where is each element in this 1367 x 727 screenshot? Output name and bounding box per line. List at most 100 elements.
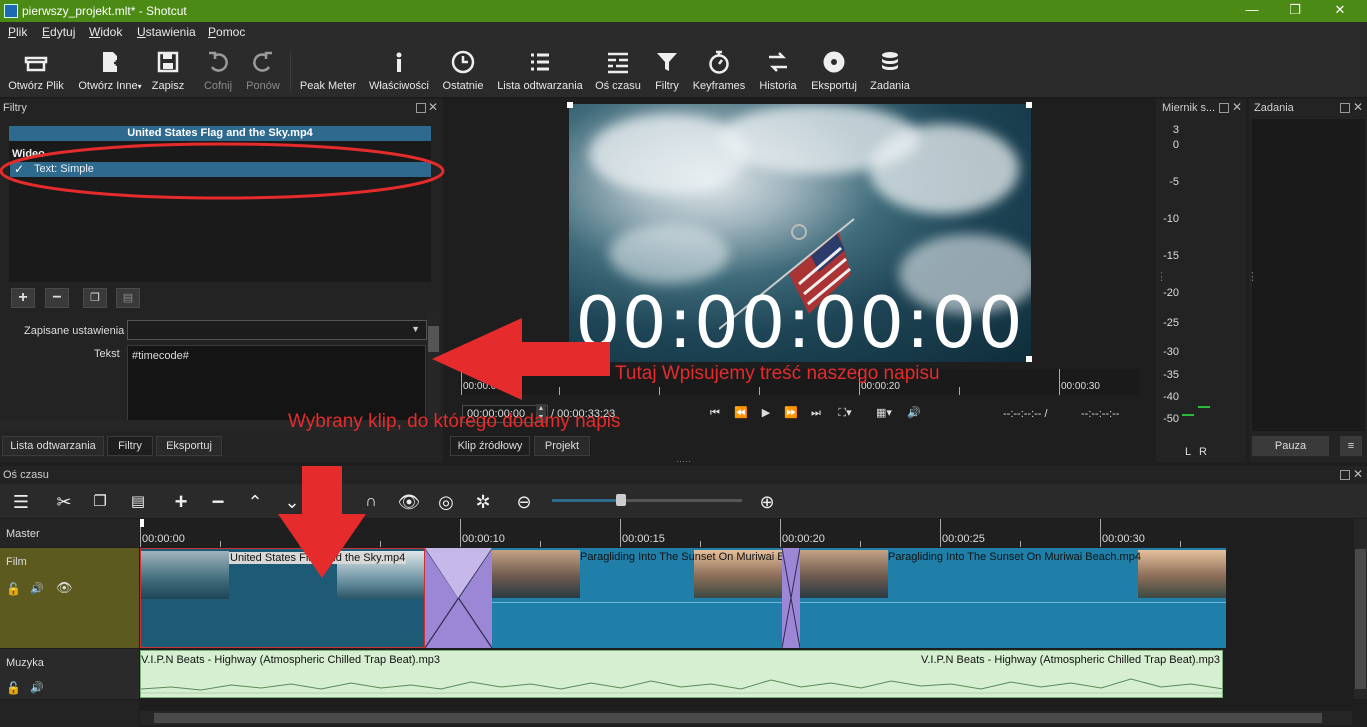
undo-button[interactable]: Cofnij — [198, 45, 238, 95]
lock-icon[interactable]: 🔓 — [6, 582, 21, 596]
undock-icon[interactable] — [1340, 470, 1350, 480]
jobs-menu-button[interactable]: ≡ — [1340, 436, 1362, 456]
mute-icon[interactable]: 🔊 — [30, 681, 44, 694]
play-icon[interactable]: ▶ — [757, 405, 775, 421]
filters-button[interactable]: Filtry — [650, 45, 684, 95]
menu-help[interactable]: Pomoc — [208, 25, 245, 39]
clip-thumbnail — [1138, 550, 1226, 598]
scroll-thumb[interactable] — [1355, 549, 1366, 689]
undo-label: Cofnij — [203, 80, 233, 92]
add-filter-button[interactable]: + — [11, 288, 35, 308]
peak-meter-button[interactable]: Peak Meter — [298, 45, 358, 95]
splitter-handle[interactable]: ⋮ — [1156, 270, 1167, 283]
track-head-music[interactable]: Muzyka 🔓 🔊 — [0, 649, 139, 699]
tab-filters[interactable]: Filtry — [107, 436, 153, 456]
open-other-button[interactable]: Otwórz Inne▾ — [74, 45, 146, 95]
panel-close-icon[interactable]: ✕ — [1353, 100, 1363, 114]
clip-paragliding-1[interactable]: Paragliding Into The Sunset On Muriwai B — [492, 548, 782, 648]
menu-file[interactable]: Plik — [8, 25, 27, 39]
scroll-thumb[interactable] — [154, 713, 1322, 723]
timeline-vscroll[interactable] — [1354, 519, 1367, 699]
lock-icon[interactable]: 🔓 — [6, 681, 21, 695]
close-button[interactable]: ✕ — [1317, 0, 1363, 22]
undock-icon[interactable] — [1219, 103, 1229, 113]
ruler-label: 00:00:15 — [622, 533, 665, 545]
history-button[interactable]: Historia — [756, 45, 800, 95]
redo-button[interactable]: Ponów — [243, 45, 283, 95]
jobs-panel-title: Zadania — [1254, 102, 1294, 114]
pause-button[interactable]: Pauza — [1252, 436, 1329, 456]
playhead[interactable] — [140, 519, 144, 527]
timeline-menu-icon[interactable]: ☰ — [9, 490, 33, 514]
tab-source-clip[interactable]: Klip źródłowy — [450, 436, 530, 456]
tab-project[interactable]: Projekt — [534, 436, 590, 456]
maximize-button[interactable]: ❐ — [1272, 0, 1318, 22]
tab-export[interactable]: Eksportuj — [156, 436, 222, 456]
resize-handle[interactable] — [567, 102, 573, 108]
copy-icon[interactable]: ❐ — [88, 490, 112, 514]
zoom-slider[interactable] — [552, 494, 742, 506]
panel-close-icon[interactable]: ✕ — [428, 100, 438, 114]
zoom-out-icon[interactable]: ⊖ — [512, 490, 536, 514]
jobs-button[interactable]: Zadania — [866, 45, 914, 95]
skip-previous-icon[interactable]: ⏮ — [706, 405, 724, 421]
menu-edit[interactable]: Edytuj — [42, 25, 75, 39]
hide-eye-icon[interactable]: 👁 — [56, 580, 73, 596]
clip-thumbnail — [492, 550, 580, 598]
save-button[interactable]: Zapisz — [148, 45, 188, 95]
ripple-all-icon[interactable]: ✲ — [471, 490, 495, 514]
jobs-list[interactable] — [1252, 119, 1365, 431]
paste-filters-button[interactable]: ▤ — [116, 288, 140, 308]
minimize-button[interactable]: — — [1229, 0, 1275, 22]
zoom-in-icon[interactable]: ⊕ — [755, 490, 779, 514]
resize-handle[interactable] — [1026, 102, 1032, 108]
keyframes-button[interactable]: Keyframes — [692, 45, 746, 95]
zoom-slider-handle[interactable] — [616, 494, 626, 506]
mute-icon[interactable]: 🔊 — [30, 582, 44, 595]
open-file-button[interactable]: Otwórz Plik — [4, 45, 68, 95]
append-icon[interactable]: + — [169, 490, 193, 514]
panel-close-icon[interactable]: ✕ — [1353, 467, 1363, 481]
lift-icon[interactable]: ⌃ — [243, 490, 267, 514]
annotation-arrow-down — [278, 466, 366, 578]
transition-clip[interactable] — [782, 548, 800, 648]
skip-next-icon[interactable]: ⏭ — [807, 405, 825, 421]
clip-audio-highway[interactable]: V.I.P.N Beats - Highway (Atmospheric Chi… — [140, 650, 1223, 698]
undo-icon — [209, 51, 228, 72]
splitter-handle[interactable]: ⋮ — [1247, 270, 1258, 283]
menu-view[interactable]: Widok — [89, 25, 122, 39]
remove-icon[interactable]: − — [206, 490, 230, 514]
timeline-button[interactable]: Oś czasu — [594, 45, 642, 95]
undock-icon[interactable] — [416, 103, 426, 113]
timeline-hscroll[interactable] — [140, 711, 1352, 725]
history-icon — [769, 52, 787, 72]
funnel-icon — [657, 53, 677, 71]
scrub-eye-icon[interactable]: 👁 — [397, 490, 421, 514]
splitter-handle[interactable]: ····· — [676, 456, 691, 466]
jobs-label: Zadania — [870, 80, 910, 92]
transition-clip[interactable] — [425, 548, 492, 648]
recent-button[interactable]: Ostatnie — [440, 45, 486, 95]
ripple-icon[interactable]: ◎ — [434, 490, 458, 514]
track-head-master[interactable]: Master — [0, 519, 139, 547]
tab-playlist[interactable]: Lista odtwarzania — [2, 436, 104, 456]
paste-icon[interactable]: ▤ — [126, 490, 150, 514]
clip-paragliding-2[interactable]: Paragliding Into The Sunset On Muriwai B… — [800, 548, 1226, 648]
menu-settings[interactable]: Ustawienia — [137, 25, 196, 39]
volume-icon[interactable]: 🔊 — [905, 405, 923, 421]
copy-filters-button[interactable]: ❐ — [83, 288, 107, 308]
open-other-label: Otwórz Inne▾ — [78, 80, 142, 92]
zoom-fit-icon[interactable]: ⛶▾ — [833, 405, 857, 421]
preset-combo[interactable]: ▼ — [127, 320, 427, 340]
rewind-icon[interactable]: ⏪ — [732, 405, 750, 421]
track-head-film[interactable]: Film 🔓 🔊 👁 — [0, 548, 139, 648]
grid-icon[interactable]: ▦▾ — [869, 405, 899, 421]
playlist-button[interactable]: Lista odtwarzania — [496, 45, 584, 95]
undock-icon[interactable] — [1340, 103, 1350, 113]
panel-close-icon[interactable]: ✕ — [1232, 100, 1242, 114]
export-button[interactable]: Eksportuj — [808, 45, 860, 95]
remove-filter-button[interactable]: − — [45, 288, 69, 308]
fast-forward-icon[interactable]: ⏩ — [782, 405, 800, 421]
properties-button[interactable]: Właściwości — [367, 45, 431, 95]
cut-icon[interactable]: ✂ — [52, 490, 76, 514]
